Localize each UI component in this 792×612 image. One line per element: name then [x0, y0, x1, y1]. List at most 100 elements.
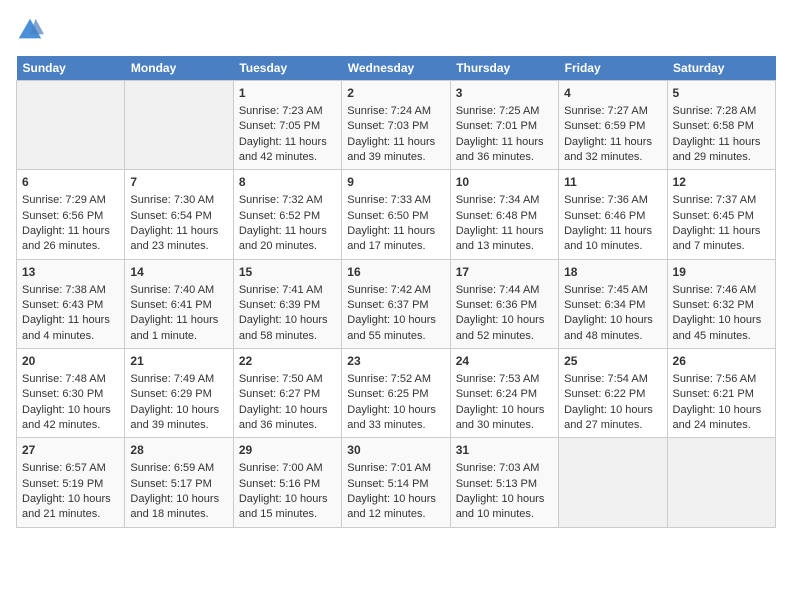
header-sunday: Sunday	[17, 56, 125, 81]
calendar-cell: 8Sunrise: 7:32 AMSunset: 6:52 PMDaylight…	[233, 170, 341, 259]
header-tuesday: Tuesday	[233, 56, 341, 81]
day-info: Daylight: 10 hours and 27 minutes.	[564, 403, 661, 434]
day-info: Sunrise: 7:46 AM	[673, 283, 770, 298]
day-info: Daylight: 11 hours and 39 minutes.	[347, 135, 444, 166]
calendar-cell: 14Sunrise: 7:40 AMSunset: 6:41 PMDayligh…	[125, 259, 233, 348]
page-header	[16, 16, 776, 44]
day-info: Sunrise: 7:36 AM	[564, 193, 661, 208]
day-info: Sunrise: 7:00 AM	[239, 461, 336, 476]
day-info: Daylight: 11 hours and 7 minutes.	[673, 224, 770, 255]
header-saturday: Saturday	[667, 56, 775, 81]
day-info: Daylight: 10 hours and 39 minutes.	[130, 403, 227, 434]
day-info: Sunrise: 6:59 AM	[130, 461, 227, 476]
day-number: 8	[239, 174, 336, 191]
day-number: 1	[239, 85, 336, 102]
day-number: 2	[347, 85, 444, 102]
day-info: Sunset: 5:14 PM	[347, 477, 444, 492]
day-info: Sunset: 6:30 PM	[22, 387, 119, 402]
day-info: Sunrise: 7:38 AM	[22, 283, 119, 298]
day-info: Daylight: 10 hours and 58 minutes.	[239, 313, 336, 344]
calendar-cell: 24Sunrise: 7:53 AMSunset: 6:24 PMDayligh…	[450, 349, 558, 438]
header-monday: Monday	[125, 56, 233, 81]
day-info: Daylight: 10 hours and 45 minutes.	[673, 313, 770, 344]
calendar-header-row: SundayMondayTuesdayWednesdayThursdayFrid…	[17, 56, 776, 81]
day-info: Sunrise: 7:30 AM	[130, 193, 227, 208]
day-info: Sunset: 6:59 PM	[564, 119, 661, 134]
day-number: 21	[130, 353, 227, 370]
day-info: Daylight: 11 hours and 29 minutes.	[673, 135, 770, 166]
day-info: Sunset: 6:43 PM	[22, 298, 119, 313]
day-info: Sunset: 5:19 PM	[22, 477, 119, 492]
day-info: Sunset: 6:56 PM	[22, 209, 119, 224]
day-info: Sunrise: 7:44 AM	[456, 283, 553, 298]
day-info: Sunset: 7:03 PM	[347, 119, 444, 134]
day-number: 17	[456, 264, 553, 281]
day-number: 15	[239, 264, 336, 281]
day-info: Sunrise: 7:48 AM	[22, 372, 119, 387]
day-number: 14	[130, 264, 227, 281]
day-info: Sunset: 6:29 PM	[130, 387, 227, 402]
calendar-cell: 26Sunrise: 7:56 AMSunset: 6:21 PMDayligh…	[667, 349, 775, 438]
calendar-cell	[125, 81, 233, 170]
day-info: Sunset: 6:32 PM	[673, 298, 770, 313]
day-info: Sunrise: 7:29 AM	[22, 193, 119, 208]
day-number: 19	[673, 264, 770, 281]
day-number: 27	[22, 442, 119, 459]
day-number: 24	[456, 353, 553, 370]
header-wednesday: Wednesday	[342, 56, 450, 81]
day-info: Sunset: 6:58 PM	[673, 119, 770, 134]
day-info: Daylight: 11 hours and 23 minutes.	[130, 224, 227, 255]
day-number: 7	[130, 174, 227, 191]
day-info: Sunset: 6:24 PM	[456, 387, 553, 402]
calendar-cell: 15Sunrise: 7:41 AMSunset: 6:39 PMDayligh…	[233, 259, 341, 348]
day-number: 5	[673, 85, 770, 102]
day-info: Daylight: 11 hours and 36 minutes.	[456, 135, 553, 166]
day-info: Sunrise: 7:34 AM	[456, 193, 553, 208]
day-info: Sunset: 6:39 PM	[239, 298, 336, 313]
day-info: Sunrise: 7:23 AM	[239, 104, 336, 119]
calendar-cell: 20Sunrise: 7:48 AMSunset: 6:30 PMDayligh…	[17, 349, 125, 438]
day-info: Sunset: 6:36 PM	[456, 298, 553, 313]
day-info: Daylight: 10 hours and 12 minutes.	[347, 492, 444, 523]
day-number: 16	[347, 264, 444, 281]
day-info: Sunrise: 7:50 AM	[239, 372, 336, 387]
calendar-cell: 18Sunrise: 7:45 AMSunset: 6:34 PMDayligh…	[559, 259, 667, 348]
calendar-table: SundayMondayTuesdayWednesdayThursdayFrid…	[16, 56, 776, 528]
day-info: Daylight: 10 hours and 52 minutes.	[456, 313, 553, 344]
calendar-cell: 11Sunrise: 7:36 AMSunset: 6:46 PMDayligh…	[559, 170, 667, 259]
calendar-cell: 2Sunrise: 7:24 AMSunset: 7:03 PMDaylight…	[342, 81, 450, 170]
day-info: Daylight: 11 hours and 32 minutes.	[564, 135, 661, 166]
day-info: Sunset: 6:54 PM	[130, 209, 227, 224]
day-info: Sunset: 7:05 PM	[239, 119, 336, 134]
day-info: Sunrise: 7:52 AM	[347, 372, 444, 387]
day-info: Sunrise: 7:03 AM	[456, 461, 553, 476]
logo-icon	[16, 16, 44, 44]
day-info: Sunset: 6:21 PM	[673, 387, 770, 402]
day-info: Sunset: 6:45 PM	[673, 209, 770, 224]
day-info: Daylight: 11 hours and 4 minutes.	[22, 313, 119, 344]
day-info: Daylight: 10 hours and 36 minutes.	[239, 403, 336, 434]
calendar-cell: 16Sunrise: 7:42 AMSunset: 6:37 PMDayligh…	[342, 259, 450, 348]
day-info: Sunrise: 7:37 AM	[673, 193, 770, 208]
day-number: 12	[673, 174, 770, 191]
calendar-cell: 22Sunrise: 7:50 AMSunset: 6:27 PMDayligh…	[233, 349, 341, 438]
week-row-5: 27Sunrise: 6:57 AMSunset: 5:19 PMDayligh…	[17, 438, 776, 527]
day-info: Sunset: 6:37 PM	[347, 298, 444, 313]
week-row-2: 6Sunrise: 7:29 AMSunset: 6:56 PMDaylight…	[17, 170, 776, 259]
day-number: 30	[347, 442, 444, 459]
day-number: 9	[347, 174, 444, 191]
day-info: Daylight: 10 hours and 21 minutes.	[22, 492, 119, 523]
day-info: Daylight: 10 hours and 18 minutes.	[130, 492, 227, 523]
day-number: 22	[239, 353, 336, 370]
day-info: Sunset: 5:16 PM	[239, 477, 336, 492]
calendar-cell: 3Sunrise: 7:25 AMSunset: 7:01 PMDaylight…	[450, 81, 558, 170]
calendar-cell: 30Sunrise: 7:01 AMSunset: 5:14 PMDayligh…	[342, 438, 450, 527]
day-info: Daylight: 11 hours and 42 minutes.	[239, 135, 336, 166]
day-number: 28	[130, 442, 227, 459]
header-thursday: Thursday	[450, 56, 558, 81]
calendar-cell: 10Sunrise: 7:34 AMSunset: 6:48 PMDayligh…	[450, 170, 558, 259]
day-info: Sunrise: 6:57 AM	[22, 461, 119, 476]
day-info: Sunset: 6:48 PM	[456, 209, 553, 224]
day-number: 31	[456, 442, 553, 459]
day-number: 10	[456, 174, 553, 191]
